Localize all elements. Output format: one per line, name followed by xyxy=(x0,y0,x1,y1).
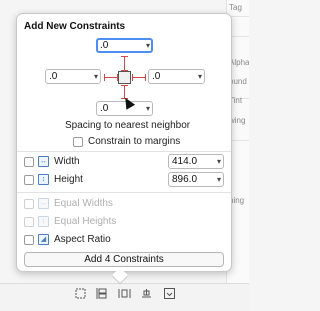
left-spacing-field[interactable]: .0 ▾ xyxy=(45,69,101,84)
align-icon[interactable] xyxy=(118,287,131,300)
height-value-field[interactable]: 896.0 ▾ xyxy=(168,172,224,187)
aspect-ratio-icon: ◢ xyxy=(38,234,49,245)
height-label: Height xyxy=(54,174,83,185)
update-frames-icon[interactable] xyxy=(74,287,87,300)
inspector-text: Tint xyxy=(229,96,243,105)
height-value: 896.0 xyxy=(172,174,198,185)
width-icon: ↔ xyxy=(38,156,49,167)
chevron-down-icon[interactable]: ▾ xyxy=(146,102,150,115)
bottom-spacing-value: .0 xyxy=(100,103,109,114)
aspect-ratio-label: Aspect Ratio xyxy=(54,234,111,245)
chevron-down-icon[interactable]: ▾ xyxy=(146,40,150,51)
equal-heights-checkbox[interactable] xyxy=(24,217,34,227)
right-spacing-field[interactable]: .0 ▾ xyxy=(148,69,205,84)
equal-heights-label: Equal Heights xyxy=(54,216,117,227)
inspector-text: wing xyxy=(229,116,246,125)
equal-widths-icon: ↔ xyxy=(38,198,49,209)
equal-heights-icon: ↕ xyxy=(38,216,49,227)
left-spacing-value: .0 xyxy=(49,71,58,82)
constrain-to-margins-label: Constrain to margins xyxy=(88,136,181,147)
embed-in-stack-icon[interactable] xyxy=(96,287,109,300)
popover-title: Add New Constraints xyxy=(24,21,126,32)
chevron-down-icon[interactable]: ▾ xyxy=(94,70,98,83)
add-constraints-button[interactable]: Add 4 Constraints xyxy=(24,252,224,267)
inspector-text: ound xyxy=(229,77,247,86)
right-spacing-value: .0 xyxy=(152,71,161,82)
top-spacing-field[interactable]: .0 ▾ xyxy=(96,38,153,53)
height-icon: ↕ xyxy=(38,174,49,185)
add-new-constraints-icon[interactable] xyxy=(140,287,153,300)
separator xyxy=(17,192,231,193)
chevron-down-icon[interactable]: ▾ xyxy=(217,155,221,168)
width-value: 414.0 xyxy=(172,156,198,167)
constrain-to-margins-checkbox[interactable] xyxy=(73,137,83,147)
left-strut[interactable] xyxy=(104,77,118,78)
top-strut[interactable] xyxy=(124,56,125,71)
width-checkbox[interactable] xyxy=(24,157,34,167)
equal-widths-checkbox[interactable] xyxy=(24,199,34,209)
width-label: Width xyxy=(54,156,80,167)
spacing-caption: Spacing to nearest neighbor xyxy=(65,120,191,131)
inspector-text: hing xyxy=(229,196,245,205)
inspector-text: Alpha xyxy=(229,58,249,67)
right-strut-cap xyxy=(145,74,146,81)
right-strut[interactable] xyxy=(132,77,146,78)
chevron-down-icon[interactable]: ▾ xyxy=(198,70,202,83)
constraint-target-box xyxy=(118,71,131,84)
top-spacing-value: .0 xyxy=(100,40,109,51)
chevron-down-icon[interactable]: ▾ xyxy=(217,173,221,186)
aspect-ratio-checkbox[interactable] xyxy=(24,235,34,245)
height-checkbox[interactable] xyxy=(24,175,34,185)
equal-widths-label: Equal Widths xyxy=(54,198,113,209)
separator xyxy=(17,151,231,152)
width-value-field[interactable]: 414.0 ▾ xyxy=(168,154,224,169)
inspector-text: Tag xyxy=(229,3,242,12)
resolve-autolayout-issues-icon[interactable] xyxy=(163,287,176,300)
